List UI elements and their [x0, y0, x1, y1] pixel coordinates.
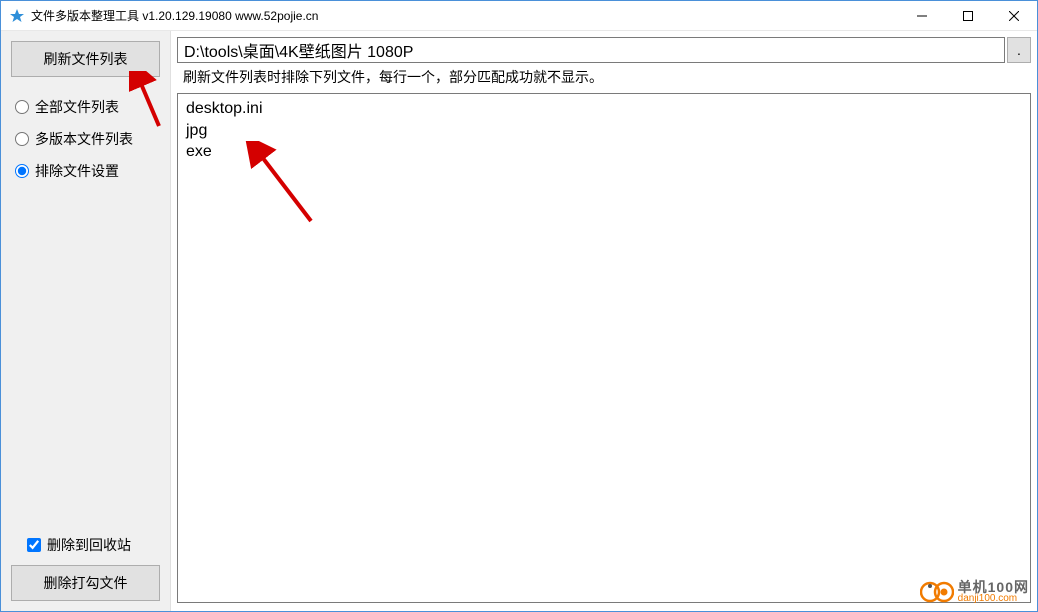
app-star-icon — [9, 8, 25, 24]
main-panel: . 刷新文件列表时排除下列文件，每行一个，部分匹配成功就不显示。 — [171, 31, 1037, 611]
delete-checked-files-button[interactable]: 删除打勾文件 — [11, 565, 160, 601]
sidebar: 刷新文件列表 全部文件列表 多版本文件列表 排除文件设置 删除到回收站 — [1, 31, 171, 611]
radio-all-files-label: 全部文件列表 — [35, 97, 119, 117]
maximize-button[interactable] — [945, 1, 991, 30]
path-input[interactable] — [177, 37, 1005, 63]
radio-multi-version-input[interactable] — [15, 132, 29, 146]
browse-button[interactable]: . — [1007, 37, 1031, 63]
radio-exclude-settings-label: 排除文件设置 — [35, 161, 119, 181]
refresh-file-list-button[interactable]: 刷新文件列表 — [11, 41, 160, 77]
exclude-hint-text: 刷新文件列表时排除下列文件，每行一个，部分匹配成功就不显示。 — [171, 65, 1037, 89]
delete-to-recycle-checkbox[interactable] — [27, 538, 41, 552]
radio-multi-version[interactable]: 多版本文件列表 — [1, 123, 170, 155]
delete-to-recycle-row[interactable]: 删除到回收站 — [1, 531, 170, 559]
delete-to-recycle-label: 删除到回收站 — [47, 535, 131, 555]
radio-all-files[interactable]: 全部文件列表 — [1, 91, 170, 123]
radio-exclude-settings-input[interactable] — [15, 164, 29, 178]
radio-all-files-input[interactable] — [15, 100, 29, 114]
radio-multi-version-label: 多版本文件列表 — [35, 129, 133, 149]
exclude-textarea[interactable] — [177, 93, 1031, 603]
titlebar: 文件多版本整理工具 v1.20.129.19080 www.52pojie.cn — [1, 1, 1037, 31]
minimize-button[interactable] — [899, 1, 945, 30]
radio-exclude-settings[interactable]: 排除文件设置 — [1, 155, 170, 187]
close-button[interactable] — [991, 1, 1037, 30]
window-title: 文件多版本整理工具 v1.20.129.19080 www.52pojie.cn — [31, 7, 899, 24]
